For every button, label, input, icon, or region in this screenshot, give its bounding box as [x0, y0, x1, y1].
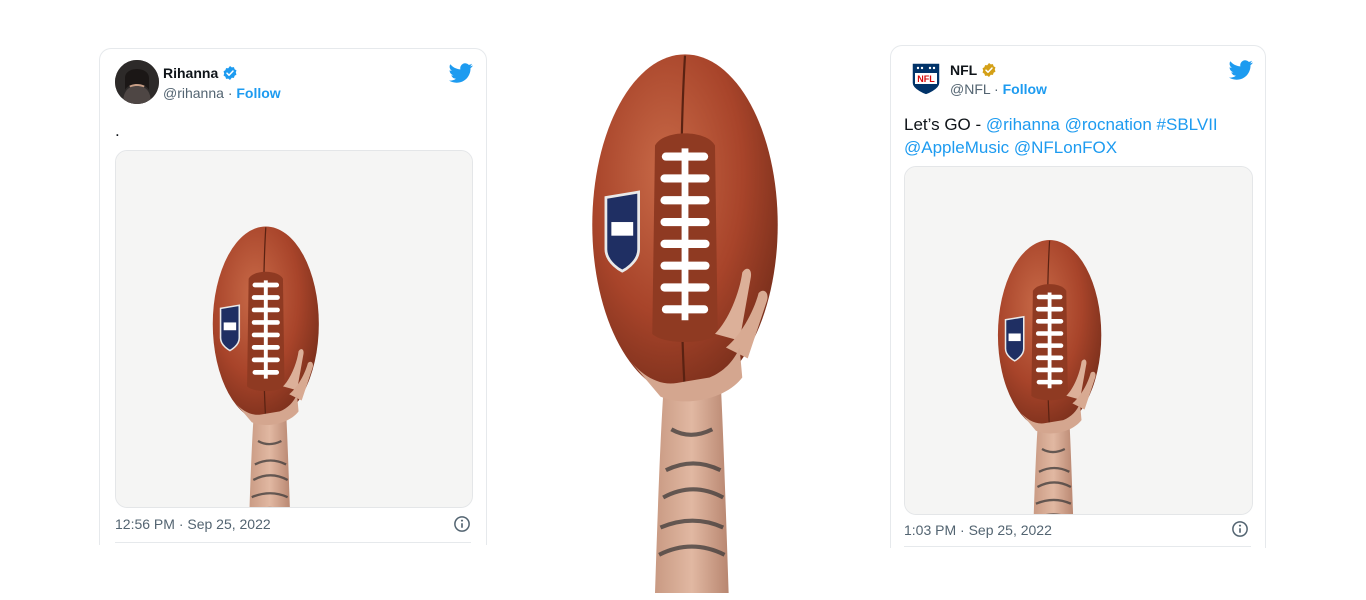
mention-rocnation[interactable]: @rocnation	[1065, 115, 1152, 134]
author-row: Rihanna	[163, 65, 238, 81]
handle-row: @NFL · Follow	[950, 81, 1047, 97]
author-handle[interactable]: @NFL	[950, 81, 990, 97]
tweet-card-rihanna: Rihanna @rihanna · Follow . 12:56 PM · S…	[99, 48, 487, 545]
avatar[interactable]: NFL	[907, 59, 945, 97]
football-image	[116, 151, 472, 507]
separator-dot: ·	[227, 85, 233, 101]
tweet-text-prefix: Let’s GO -	[904, 115, 986, 134]
tweet-timestamp[interactable]: 1:03 PM · Sep 25, 2022	[904, 522, 1052, 538]
twitter-bird-icon[interactable]	[449, 61, 473, 85]
tweet-text: .	[115, 121, 120, 140]
tweet-media[interactable]	[115, 150, 473, 508]
tweet-text: Let’s GO - @rihanna @rocnation #SBLVII @…	[904, 113, 1249, 159]
mention-rihanna[interactable]: @rihanna	[986, 115, 1060, 134]
avatar-photo	[115, 60, 159, 104]
hashtag-sblvii[interactable]: #SBLVII	[1157, 115, 1218, 134]
follow-button[interactable]: Follow	[236, 85, 280, 101]
avatar[interactable]	[115, 60, 159, 104]
tweet-media[interactable]	[904, 166, 1253, 515]
verified-badge-icon	[223, 66, 237, 80]
verified-badge-icon	[982, 63, 996, 77]
football-image	[905, 167, 1252, 514]
tweet-card-nfl: NFL NFL @NFL · Follow Let’s GO - @rihann…	[890, 45, 1266, 548]
separator-dot: ·	[994, 81, 999, 97]
nfl-shield-icon: NFL	[911, 62, 941, 96]
author-name[interactable]: Rihanna	[163, 65, 218, 81]
hero-football-image	[535, 20, 835, 600]
mention-applemusic[interactable]: @AppleMusic	[904, 138, 1009, 157]
handle-row: @rihanna · Follow	[163, 85, 281, 101]
info-icon[interactable]	[1231, 520, 1249, 538]
twitter-bird-icon[interactable]	[1229, 58, 1253, 82]
author-handle[interactable]: @rihanna	[163, 85, 224, 101]
divider	[115, 542, 471, 543]
divider	[904, 546, 1251, 547]
svg-text:NFL: NFL	[917, 74, 935, 84]
author-row: NFL	[950, 62, 997, 78]
info-icon[interactable]	[453, 515, 471, 533]
tweet-timestamp[interactable]: 12:56 PM · Sep 25, 2022	[115, 516, 271, 532]
mention-nflonfox[interactable]: @NFLonFOX	[1014, 138, 1117, 157]
author-name[interactable]: NFL	[950, 62, 977, 78]
follow-button[interactable]: Follow	[1003, 81, 1047, 97]
